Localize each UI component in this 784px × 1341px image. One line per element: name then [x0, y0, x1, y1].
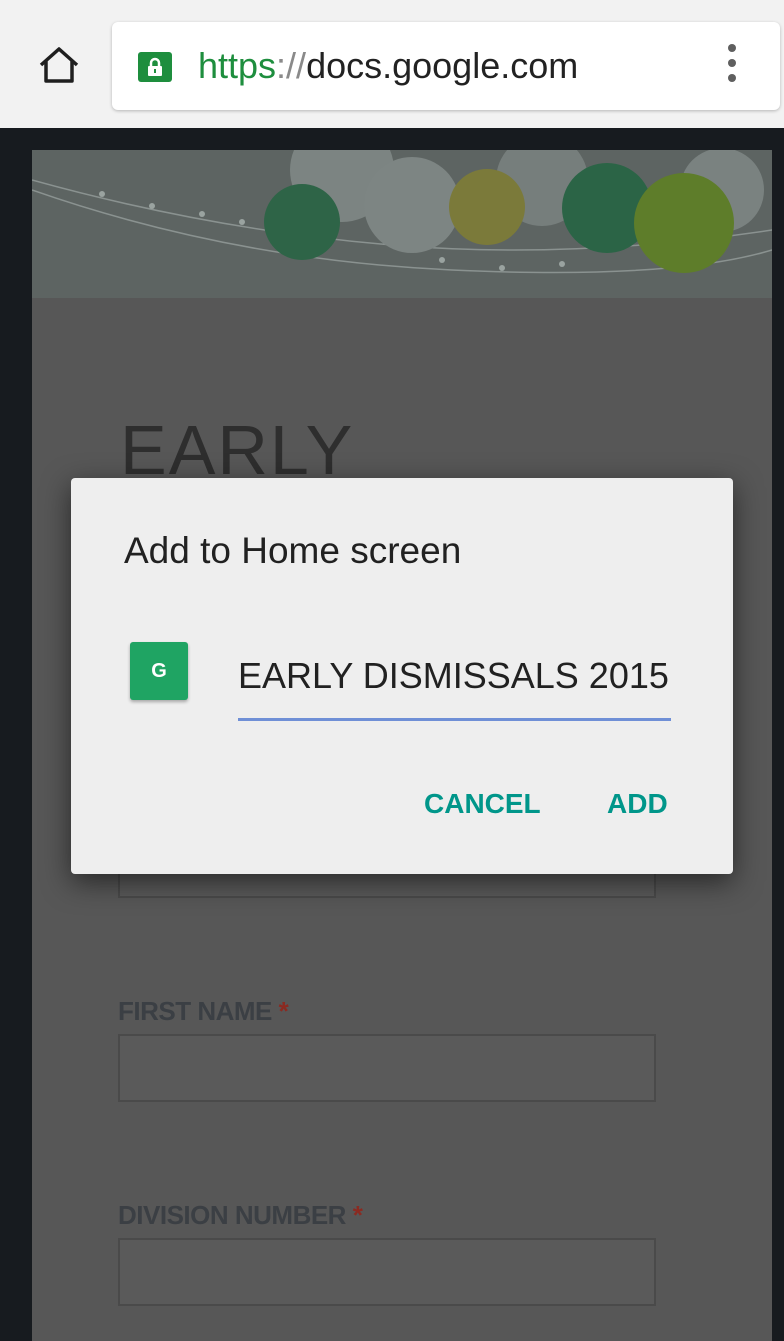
add-to-home-dialog: Add to Home screen G CANCEL ADD: [71, 478, 733, 874]
lock-icon: [138, 52, 172, 82]
home-icon: [39, 47, 79, 83]
division-number-label-text: DIVISION NUMBER: [118, 1200, 346, 1230]
first-name-label-text: FIRST NAME: [118, 996, 272, 1026]
cancel-button[interactable]: CANCEL: [424, 788, 541, 820]
url-host: docs.google.com: [306, 45, 579, 86]
division-number-label: DIVISION NUMBER *: [118, 1200, 363, 1231]
input-underline: [238, 718, 671, 721]
url-bar[interactable]: https://docs.google.com: [112, 22, 780, 110]
dialog-title: Add to Home screen: [124, 530, 462, 571]
lanterns-illustration: [32, 150, 772, 274]
app-shortcut-icon: G: [130, 642, 188, 700]
url-separator: ://: [276, 45, 307, 86]
first-name-label: FIRST NAME *: [118, 996, 289, 1027]
header-banner: [32, 150, 772, 298]
required-mark: *: [352, 1200, 363, 1230]
add-button[interactable]: ADD: [607, 788, 668, 820]
home-button[interactable]: [32, 38, 86, 92]
browser-toolbar: https://docs.google.com: [0, 0, 784, 128]
url-text: https://docs.google.com: [198, 46, 578, 86]
first-name-input[interactable]: [118, 1034, 656, 1102]
division-number-input[interactable]: [118, 1238, 656, 1306]
overflow-menu-icon[interactable]: [720, 44, 744, 84]
url-scheme: https: [198, 45, 277, 86]
shortcut-name-input[interactable]: [238, 652, 671, 700]
required-mark: *: [278, 996, 289, 1026]
app-icon-letter: G: [151, 659, 167, 682]
